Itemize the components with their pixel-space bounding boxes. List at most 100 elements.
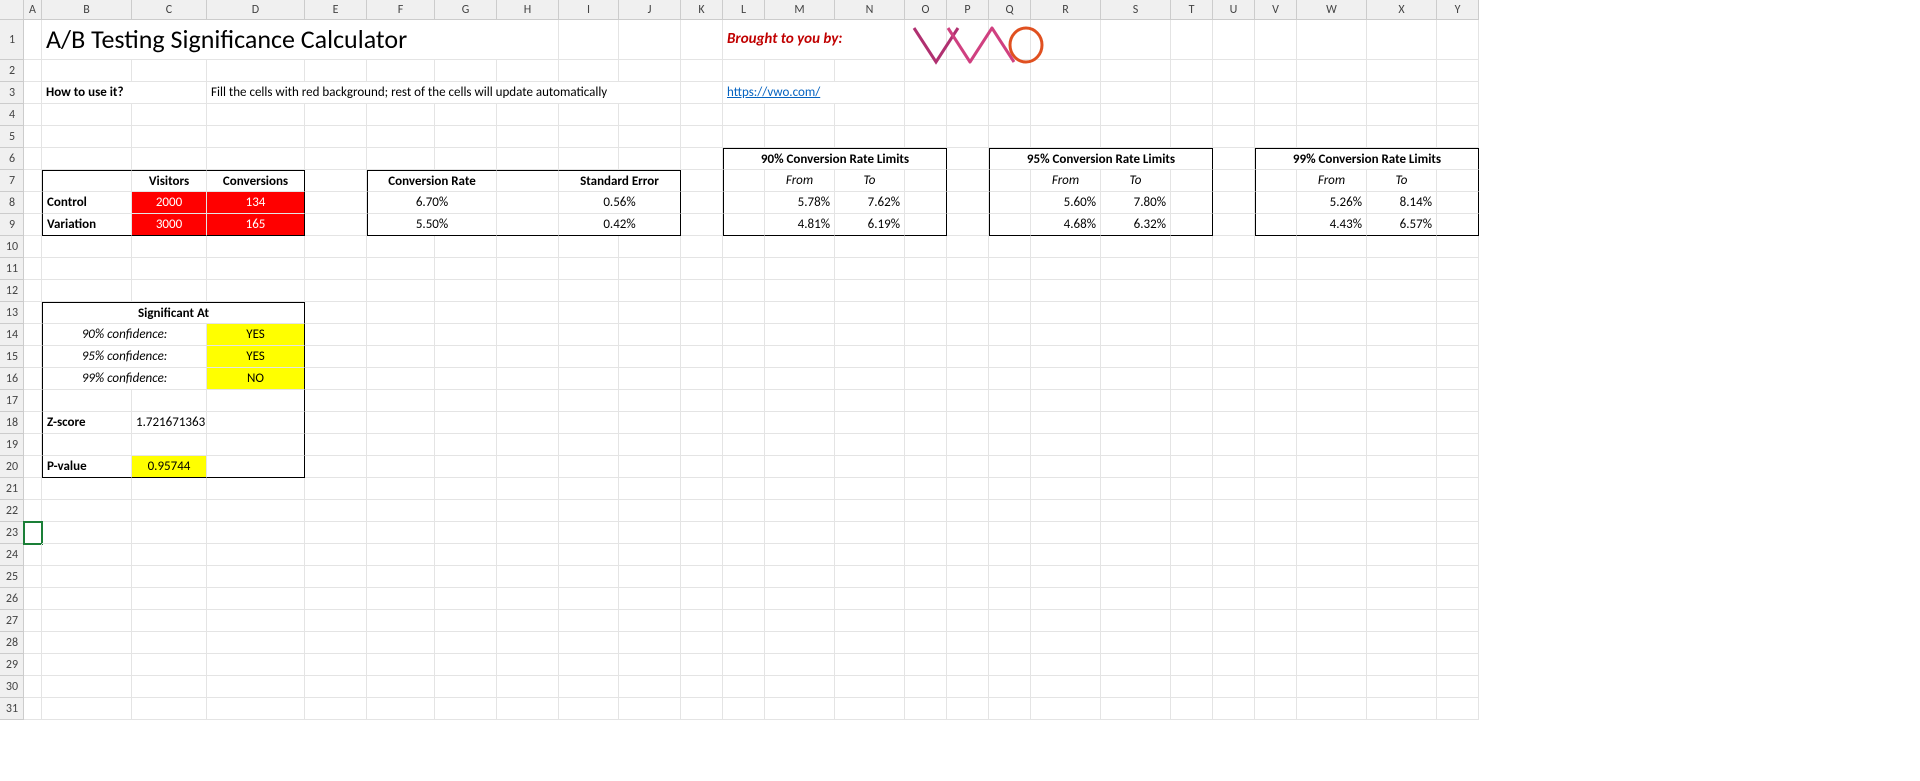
cell-X25[interactable] [1367,566,1437,588]
cell-U25[interactable] [1213,566,1255,588]
cell-E4[interactable] [305,104,367,126]
cell-E23[interactable] [305,522,367,544]
cell-P5[interactable] [947,126,989,148]
cell-O16[interactable] [905,368,947,390]
cell-E19[interactable] [305,434,367,456]
cell-F17[interactable] [367,390,435,412]
cell-E14[interactable] [305,324,367,346]
cell-J13[interactable] [619,302,681,324]
cell-W16[interactable] [1297,368,1367,390]
cell-Q10[interactable] [989,236,1031,258]
control-conversions-input[interactable]: 134 [207,192,305,214]
select-all-corner[interactable] [0,0,24,20]
l95-control-from[interactable]: 5.60% [1031,192,1101,214]
cell-G23[interactable] [435,522,497,544]
cell-W2[interactable] [1297,60,1367,82]
cell-B5[interactable] [42,126,132,148]
cell-E2[interactable] [305,60,367,82]
cell-M31[interactable] [765,698,835,720]
cell-S21[interactable] [1101,478,1171,500]
cell-P7[interactable] [947,170,989,192]
cell-O17[interactable] [905,390,947,412]
cell-U24[interactable] [1213,544,1255,566]
cell-Y28[interactable] [1437,632,1479,654]
cell-C19[interactable] [132,434,207,456]
cell-C10[interactable] [132,236,207,258]
cell-U6[interactable] [1213,148,1255,170]
cell-T4[interactable] [1171,104,1213,126]
cell-L10[interactable] [723,236,765,258]
cell-W10[interactable] [1297,236,1367,258]
cell-Q12[interactable] [989,280,1031,302]
cell-T10[interactable] [1171,236,1213,258]
cell-Y25[interactable] [1437,566,1479,588]
cell-D12[interactable] [207,280,305,302]
cell-H8[interactable] [497,192,559,214]
cell-R10[interactable] [1031,236,1101,258]
cell-I28[interactable] [559,632,619,654]
cell-V31[interactable] [1255,698,1297,720]
l99-variation-from[interactable]: 4.43% [1297,214,1367,236]
col-header-J[interactable]: J [619,0,681,20]
cell-R20[interactable] [1031,456,1101,478]
cell-C6[interactable] [132,148,207,170]
cell-R16[interactable] [1031,368,1101,390]
cell-O13[interactable] [905,302,947,324]
cell-O11[interactable] [905,258,947,280]
limits-95-title[interactable]: 95% Conversion Rate Limits [989,148,1213,170]
l95-control-to[interactable]: 7.80% [1101,192,1171,214]
cell-Y19[interactable] [1437,434,1479,456]
row-header-27[interactable]: 27 [0,610,24,632]
cell-U26[interactable] [1213,588,1255,610]
cell-S22[interactable] [1101,500,1171,522]
cell-M22[interactable] [765,500,835,522]
cell-J5[interactable] [619,126,681,148]
cell-G19[interactable] [435,434,497,456]
cell-U31[interactable] [1213,698,1255,720]
cell-S1[interactable] [1101,20,1171,60]
col-header-B[interactable]: B [42,0,132,20]
cell-I1[interactable] [559,20,619,60]
header-visitors[interactable]: Visitors [132,170,207,192]
cell-O7[interactable] [905,170,947,192]
cell-O9[interactable] [905,214,947,236]
cell-F12[interactable] [367,280,435,302]
cell-D21[interactable] [207,478,305,500]
cell-X4[interactable] [1367,104,1437,126]
cell-X11[interactable] [1367,258,1437,280]
cell-C5[interactable] [132,126,207,148]
cell-N16[interactable] [835,368,905,390]
cell-M4[interactable] [765,104,835,126]
conf-95-value[interactable]: YES [207,346,305,368]
cell-O18[interactable] [905,412,947,434]
cell-V20[interactable] [1255,456,1297,478]
cell-P24[interactable] [947,544,989,566]
cell-I29[interactable] [559,654,619,676]
cell-A12[interactable] [24,280,42,302]
cell-J17[interactable] [619,390,681,412]
cell-E10[interactable] [305,236,367,258]
cell-V30[interactable] [1255,676,1297,698]
cell-N23[interactable] [835,522,905,544]
cell-C28[interactable] [132,632,207,654]
cell-B17[interactable] [42,390,132,412]
cell-L31[interactable] [723,698,765,720]
cell-P22[interactable] [947,500,989,522]
row-header-28[interactable]: 28 [0,632,24,654]
cell-B7[interactable] [42,170,132,192]
cell-F4[interactable] [367,104,435,126]
l95-variation-to[interactable]: 6.32% [1101,214,1171,236]
cell-E15[interactable] [305,346,367,368]
cell-G28[interactable] [435,632,497,654]
cell-J31[interactable] [619,698,681,720]
cell-T5[interactable] [1171,126,1213,148]
cell-K1[interactable] [681,20,723,60]
cell-J15[interactable] [619,346,681,368]
cell-M2[interactable] [765,60,835,82]
col-header-K[interactable]: K [681,0,723,20]
cell-X12[interactable] [1367,280,1437,302]
cell-K3[interactable] [681,82,723,104]
cell-W18[interactable] [1297,412,1367,434]
column-headers[interactable]: ABCDEFGHIJKLMNOPQRSTUVWXY [24,0,1479,20]
cell-W14[interactable] [1297,324,1367,346]
